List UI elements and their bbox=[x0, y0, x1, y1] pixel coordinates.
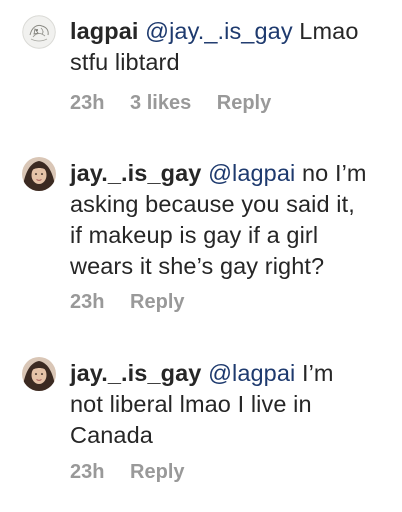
comment-meta: 23h Reply bbox=[70, 460, 205, 484]
reply-button[interactable]: Reply bbox=[217, 92, 271, 114]
comment-username[interactable]: jay._.is_gay bbox=[70, 160, 201, 186]
comment-text-line: I’m bbox=[295, 360, 334, 386]
comment-likes[interactable]: 3 likes bbox=[130, 92, 191, 114]
avatar[interactable] bbox=[22, 157, 56, 191]
comment-text-line: if makeup is gay if a girl bbox=[70, 222, 319, 248]
comment-meta: 23h 3 likes Reply bbox=[70, 91, 291, 115]
comment-text-line: wears it she’s gay right? bbox=[70, 253, 325, 279]
comment-text-line: Canada bbox=[70, 422, 153, 448]
comment-timestamp: 23h bbox=[70, 291, 105, 313]
comment-mention[interactable]: @lagpai bbox=[208, 160, 295, 186]
avatar[interactable] bbox=[22, 357, 56, 391]
comment-text-line: no I’m bbox=[295, 160, 367, 186]
avatar-sketch-icon bbox=[22, 15, 56, 49]
comment-text-line: Lmao bbox=[292, 18, 359, 44]
comment-timestamp: 23h bbox=[70, 461, 105, 483]
comment-username[interactable]: jay._.is_gay bbox=[70, 360, 201, 386]
comment-text: lagpai @jay._.is_gay Lmao stfu libtard bbox=[70, 16, 392, 78]
comment-mention[interactable]: @jay._.is_gay bbox=[145, 18, 293, 44]
avatar-photo-icon bbox=[22, 157, 56, 191]
comment-text-line: stfu libtard bbox=[70, 49, 180, 75]
comment-username[interactable]: lagpai bbox=[70, 18, 139, 44]
comment-text: jay._.is_gay @lagpai no I’m asking becau… bbox=[70, 158, 392, 282]
comment-text-line: not liberal lmao I live in bbox=[70, 391, 312, 417]
reply-button[interactable]: Reply bbox=[130, 461, 184, 483]
avatar-photo-icon bbox=[22, 357, 56, 391]
comment-text-line: asking because you said it, bbox=[70, 191, 355, 217]
comment-mention[interactable]: @lagpai bbox=[208, 360, 295, 386]
comment-text: jay._.is_gay @lagpai I’m not liberal lma… bbox=[70, 358, 392, 451]
comment-timestamp: 23h bbox=[70, 92, 105, 114]
avatar[interactable] bbox=[22, 15, 56, 49]
reply-button[interactable]: Reply bbox=[130, 291, 184, 313]
comment-meta: 23h Reply bbox=[70, 290, 205, 314]
